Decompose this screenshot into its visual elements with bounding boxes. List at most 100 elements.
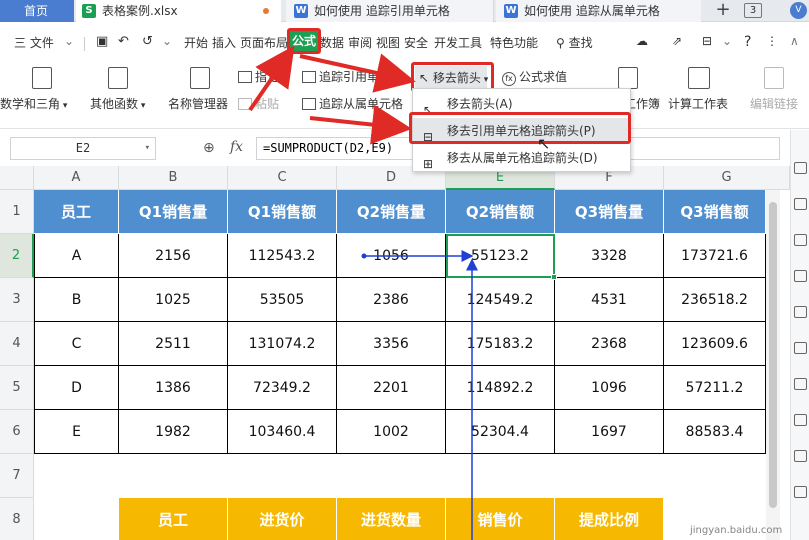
table-header-cell[interactable]: 员工	[34, 190, 119, 234]
more-chevron-icon[interactable]: ⌄	[722, 34, 732, 48]
menu-file-chevron-icon[interactable]: ⌄	[64, 34, 74, 48]
table-cell[interactable]: A	[34, 234, 119, 278]
table-cell[interactable]: 72349.2	[228, 366, 337, 410]
undo-icon[interactable]: ↺	[142, 34, 153, 49]
vertical-scrollbar-thumb[interactable]	[769, 202, 777, 508]
table-cell[interactable]: 53505	[228, 278, 337, 322]
menu-page-layout[interactable]: 页面布局	[240, 34, 288, 51]
table-cell[interactable]: 1697	[555, 410, 664, 454]
new-tab-plus-icon[interactable]: +	[713, 0, 733, 22]
row-header-2[interactable]: 2	[0, 234, 34, 278]
table-cell[interactable]: 1982	[119, 410, 228, 454]
column-header-a[interactable]: A	[34, 166, 119, 190]
table-cell[interactable]: 103460.4	[228, 410, 337, 454]
calc-sheet-button[interactable]: 计算工作表	[668, 95, 728, 112]
table-cell[interactable]: 173721.6	[664, 234, 766, 278]
settings-icon[interactable]	[794, 378, 807, 390]
math-trig-button[interactable]: 数学和三角 ▾	[0, 95, 74, 112]
menu-security[interactable]: 安全	[404, 34, 428, 51]
table-cell[interactable]: 175183.2	[446, 322, 555, 366]
collapse-ribbon-icon[interactable]: ∧	[790, 34, 799, 48]
name-manager-button[interactable]: 名称管理器	[168, 95, 228, 112]
table-cell[interactable]: 88583.4	[664, 410, 766, 454]
table-cell[interactable]: 1386	[119, 366, 228, 410]
help-panel-icon[interactable]	[794, 450, 807, 462]
menu-view[interactable]: 视图	[376, 34, 400, 51]
quick-access-chevron-icon[interactable]: ⌄	[162, 34, 172, 48]
specify-button[interactable]: 指定	[238, 68, 279, 85]
table-cell[interactable]: 1025	[119, 278, 228, 322]
evaluate-formula-button[interactable]: fx 公式求值	[502, 68, 567, 86]
zoom-formula-icon[interactable]: ⊕	[203, 140, 215, 156]
menu-start[interactable]: 开始	[184, 34, 208, 51]
table-cell[interactable]: 3356	[337, 322, 446, 366]
table-cell[interactable]: 131074.2	[228, 322, 337, 366]
help-icon[interactable]: ?	[744, 34, 751, 50]
backup-icon[interactable]	[794, 414, 807, 426]
row-header-7[interactable]: 7	[0, 454, 34, 498]
trace-dependents-button[interactable]: 追踪从属单元格	[302, 95, 403, 112]
table-header-cell[interactable]: Q2销售额	[446, 190, 555, 234]
row-header-6[interactable]: 6	[0, 410, 34, 454]
table-cell[interactable]: 55123.2	[446, 234, 555, 278]
table-cell[interactable]: 1096	[555, 366, 664, 410]
table-cell[interactable]: 123609.6	[664, 322, 766, 366]
column-header-b[interactable]: B	[119, 166, 228, 190]
table-cell[interactable]: D	[34, 366, 119, 410]
menu-file[interactable]: 三 文件	[14, 34, 54, 51]
second-table-header-cell[interactable]: 提成比例	[555, 498, 664, 540]
table-header-cell[interactable]: Q3销售额	[664, 190, 766, 234]
table-header-cell[interactable]: Q2销售量	[337, 190, 446, 234]
table-tool-icon[interactable]	[794, 270, 807, 282]
tab-count-badge[interactable]: 3	[744, 3, 762, 18]
table-cell[interactable]: 236518.2	[664, 278, 766, 322]
menu-special[interactable]: 特色功能	[490, 34, 538, 51]
table-cell[interactable]: 1056	[337, 234, 446, 278]
second-table-header-cell[interactable]: 员工	[119, 498, 228, 540]
shapes-icon[interactable]	[794, 198, 807, 210]
chart-icon[interactable]	[794, 342, 807, 354]
table-cell[interactable]: 1002	[337, 410, 446, 454]
more-options-icon[interactable]: ⋮	[766, 34, 778, 48]
save-icon[interactable]: ▣	[96, 34, 108, 49]
table-cell[interactable]: 52304.4	[446, 410, 555, 454]
second-table-header-cell[interactable]: 进货价	[228, 498, 337, 540]
table-header-cell[interactable]: Q3销售量	[555, 190, 664, 234]
table-cell[interactable]: 2156	[119, 234, 228, 278]
column-header-c[interactable]: C	[228, 166, 337, 190]
table-cell[interactable]: E	[34, 410, 119, 454]
cloud-sync-icon[interactable]: ☁	[636, 34, 648, 48]
cursor-tool-icon[interactable]	[794, 162, 807, 174]
table-cell[interactable]: 112543.2	[228, 234, 337, 278]
table-cell[interactable]: 124549.2	[446, 278, 555, 322]
row-header-4[interactable]: 4	[0, 322, 34, 366]
menu-search[interactable]: ⚲ 查找	[556, 34, 593, 51]
fx-icon[interactable]: fx	[230, 139, 243, 155]
menu-insert[interactable]: 插入	[212, 34, 236, 51]
menu-developer[interactable]: 开发工具	[434, 34, 482, 51]
table-cell[interactable]: 2511	[119, 322, 228, 366]
table-cell[interactable]: 3328	[555, 234, 664, 278]
table-cell[interactable]: B	[34, 278, 119, 322]
table-cell[interactable]: 114892.2	[446, 366, 555, 410]
table-cell[interactable]: C	[34, 322, 119, 366]
table-header-cell[interactable]: Q1销售量	[119, 190, 228, 234]
table-cell[interactable]: 57211.2	[664, 366, 766, 410]
tab-doc-trace-dependents[interactable]: W 如何使用 追踪从属单元格	[496, 0, 701, 22]
trace-precedents-button[interactable]: 追踪引用单元格	[302, 68, 403, 85]
share-panel-icon[interactable]	[794, 486, 807, 498]
fill-handle[interactable]	[551, 274, 557, 280]
name-box-chevron-icon[interactable]: ▾	[145, 138, 150, 159]
row-header-1[interactable]: 1	[0, 190, 34, 234]
column-header-g[interactable]: G	[664, 166, 790, 190]
menu-data[interactable]: 数据	[320, 34, 344, 51]
name-box[interactable]: E2 ▾	[10, 137, 156, 160]
menu-review[interactable]: 审阅	[348, 34, 372, 51]
filter-icon[interactable]	[794, 306, 807, 318]
table-header-cell[interactable]: Q1销售额	[228, 190, 337, 234]
table-cell[interactable]: 2368	[555, 322, 664, 366]
second-table-header-cell[interactable]: 销售价	[446, 498, 555, 540]
undo-group-icon[interactable]: ↶	[118, 34, 129, 49]
tab-doc-trace-precedents[interactable]: W 如何使用 追踪引用单元格	[286, 0, 494, 22]
tab-home[interactable]: 首页	[0, 0, 74, 22]
